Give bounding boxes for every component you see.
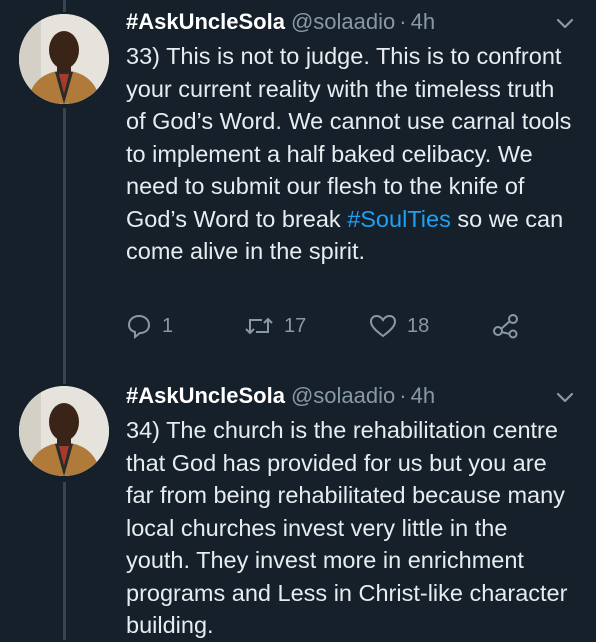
tweet-text: 34) The church is the rehabilitation cen… (126, 417, 568, 638)
handle[interactable]: @solaadio (291, 9, 395, 35)
reply-button[interactable]: 1 (126, 313, 173, 339)
share-icon (493, 314, 518, 339)
separator: · (399, 9, 407, 34)
share-button[interactable] (492, 313, 520, 339)
display-name[interactable]: #AskUncleSola (126, 9, 285, 35)
avatar[interactable] (19, 386, 109, 476)
timestamp[interactable]: 4h (411, 383, 435, 409)
chevron-down-icon[interactable] (552, 388, 578, 408)
like-button[interactable]: 18 (369, 313, 429, 339)
action-bar: 1 17 18 (126, 313, 566, 347)
avatar-image (19, 14, 109, 104)
tweet-header: #AskUncleSola @solaadio · 4h (126, 378, 435, 414)
like-count: 18 (407, 314, 430, 337)
separator: · (399, 383, 407, 408)
chevron-down-icon[interactable] (552, 14, 578, 34)
reply-count: 1 (162, 314, 174, 337)
tweet-34[interactable]: #AskUncleSola @solaadio · 4h 34) The chu… (0, 370, 596, 640)
tweet-text-part: 33) This is not to judge. This is to con… (126, 43, 572, 232)
retweet-count: 17 (284, 314, 307, 337)
timestamp[interactable]: 4h (411, 9, 435, 35)
tweet-header: #AskUncleSola @solaadio · 4h (126, 4, 435, 40)
reply-icon (127, 314, 151, 339)
like-icon (369, 314, 397, 338)
display-name[interactable]: #AskUncleSola (126, 383, 285, 409)
avatar-image (19, 386, 109, 476)
avatar[interactable] (19, 14, 109, 104)
retweet-button[interactable]: 17 (244, 313, 306, 339)
tweet-33[interactable]: #AskUncleSola @solaadio · 4h 33) This is… (0, 0, 596, 370)
tweet-text: 33) This is not to judge. This is to con… (126, 40, 574, 268)
retweet-icon (245, 317, 273, 335)
handle[interactable]: @solaadio (291, 383, 395, 409)
hashtag-link[interactable]: #SoulTies (347, 206, 451, 232)
